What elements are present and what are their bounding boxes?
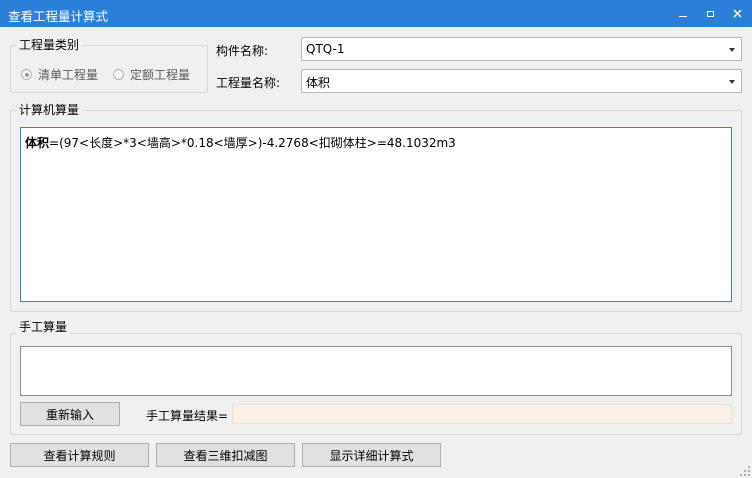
quantity-name-select[interactable]: 体积 — [301, 69, 742, 93]
radio-bill-quantity[interactable]: 清单工程量 — [21, 66, 98, 83]
manual-calc-group-title: 手工算量 — [16, 320, 71, 334]
maximize-button[interactable] — [695, 0, 725, 27]
chevron-down-icon — [729, 80, 735, 84]
quantity-name-label: 工程量名称: — [216, 76, 281, 90]
reenter-button[interactable]: 重新输入 — [20, 402, 120, 426]
quantity-type-group-title: 工程量类别 — [16, 38, 83, 52]
quantity-formula-dialog: 查看工程量计算式 工程量类别 清单工程量 定额工程量 构件名称: QTQ-1 工… — [0, 0, 752, 478]
chevron-down-icon — [729, 48, 735, 52]
radio-bill-quantity-label: 清单工程量 — [38, 68, 99, 82]
radio-quota-quantity-label: 定额工程量 — [130, 68, 191, 82]
view-calc-rules-button[interactable]: 查看计算规则 — [10, 443, 149, 467]
title-bar[interactable]: 查看工程量计算式 — [0, 0, 752, 27]
minimize-button[interactable] — [668, 0, 698, 27]
quantity-name-value: 体积 — [306, 76, 331, 90]
manual-calc-textarea[interactable] — [20, 346, 732, 396]
component-name-value: QTQ-1 — [306, 42, 345, 56]
component-name-select[interactable]: QTQ-1 — [301, 37, 742, 61]
manual-result-field[interactable] — [232, 404, 732, 424]
close-icon — [732, 9, 742, 18]
computer-calc-textarea[interactable]: 体积=(97<长度>*3<墙高>*0.18<墙厚>)-4.2768<扣砌体柱>=… — [20, 127, 732, 302]
formula-quantity-name: 体积 — [25, 136, 50, 150]
manual-result-label: 手工算量结果= — [146, 409, 229, 423]
minimize-icon — [679, 15, 687, 18]
show-detailed-formula-button[interactable]: 显示详细计算式 — [302, 443, 441, 467]
view-3d-deduction-button[interactable]: 查看三维扣减图 — [156, 443, 295, 467]
formula-expression: =(97<长度>*3<墙高>*0.18<墙厚>)-4.2768<扣砌体柱>=48… — [49, 136, 456, 150]
radio-quota-quantity[interactable]: 定额工程量 — [113, 66, 190, 83]
radio-bill-quantity-indicator[interactable] — [21, 69, 32, 80]
close-button[interactable] — [722, 0, 752, 27]
window-title: 查看工程量计算式 — [8, 9, 109, 24]
computer-calc-group-title: 计算机算量 — [16, 103, 83, 117]
component-name-label: 构件名称: — [216, 44, 269, 58]
radio-quota-quantity-indicator[interactable] — [113, 69, 124, 80]
maximize-icon — [706, 10, 714, 17]
calc-formula: 体积=(97<长度>*3<墙高>*0.18<墙厚>)-4.2768<扣砌体柱>=… — [25, 134, 456, 151]
resize-grip[interactable] — [740, 466, 750, 476]
